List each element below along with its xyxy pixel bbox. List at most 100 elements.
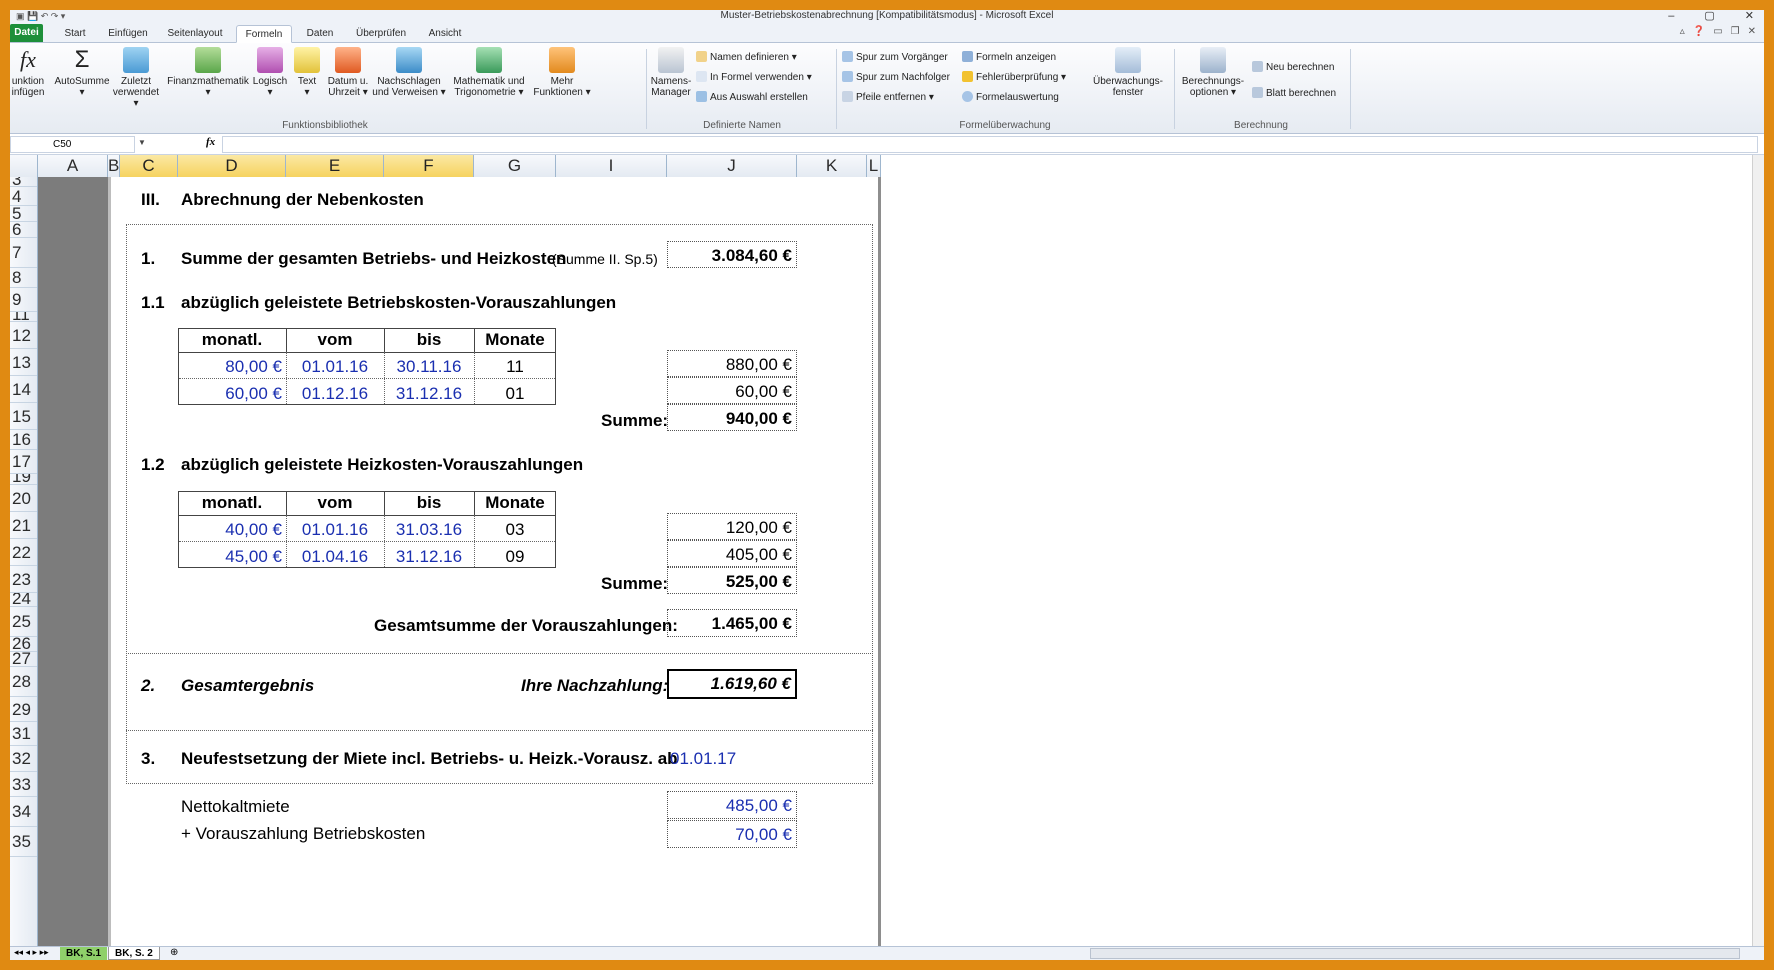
table-cell[interactable]: 03 <box>474 516 556 543</box>
table-cell[interactable]: 09 <box>474 543 556 570</box>
caret-up-icon[interactable]: ▵ <box>1680 26 1685 37</box>
row-header[interactable]: 9 <box>10 288 37 312</box>
row-header[interactable]: 7 <box>10 238 37 268</box>
formeln-anzeigen-button[interactable]: Formeln anzeigen <box>962 51 1056 64</box>
row-header[interactable]: 22 <box>10 539 37 566</box>
row-header[interactable]: 15 <box>10 403 37 430</box>
namens-manager-button[interactable]: Namens- Manager <box>648 47 694 98</box>
row-header[interactable]: 17 <box>10 450 37 474</box>
row-header[interactable]: 5 <box>10 206 37 222</box>
row-header[interactable]: 19 <box>10 474 37 485</box>
column-header[interactable]: B <box>108 155 120 177</box>
row-header[interactable]: 28 <box>10 667 37 697</box>
table-cell[interactable]: 01.01.16 <box>286 516 384 543</box>
in-formel-verwenden-button[interactable]: In Formel verwenden ▾ <box>696 71 812 84</box>
row-header[interactable]: 34 <box>10 797 37 827</box>
blatt-berechnen-button[interactable]: Blatt berechnen <box>1252 87 1336 100</box>
help-icon[interactable]: ❓ <box>1693 26 1705 37</box>
new-sheet-icon[interactable]: ⊕ <box>170 947 178 958</box>
table-cell[interactable]: 40,00 € <box>178 516 282 543</box>
finanzmathematik-button[interactable]: Finanzmathematik ▾ <box>166 47 250 98</box>
namen-definieren-button[interactable]: Namen definieren ▾ <box>696 51 797 64</box>
row-header[interactable]: 27 <box>10 652 37 667</box>
column-header[interactable]: L <box>867 155 881 177</box>
logisch-button[interactable]: Logisch ▾ <box>250 47 290 98</box>
sheet-nav-arrows[interactable]: ◂◂ ◂ ▸ ▸▸ <box>14 947 49 958</box>
table-cell[interactable]: 80,00 € <box>178 353 282 380</box>
table-cell[interactable]: 60,00 € <box>178 380 282 407</box>
item-3-date[interactable]: 01.01.17 <box>670 749 736 769</box>
table-cell[interactable]: 31.12.16 <box>384 380 474 407</box>
total-prepayments-value[interactable]: 1.465,00 € <box>667 609 797 637</box>
vertical-scrollbar[interactable] <box>1752 155 1764 946</box>
tab-datei[interactable]: Datei <box>10 24 43 42</box>
ueberwachungsfenster-button[interactable]: Überwachungs-fenster <box>1088 47 1168 98</box>
table-cell[interactable]: 01 <box>474 380 556 407</box>
aus-auswahl-erstellen-button[interactable]: Aus Auswahl erstellen <box>696 91 808 104</box>
formelauswertung-button[interactable]: Formelauswertung <box>962 91 1059 104</box>
row-header[interactable]: 4 <box>10 187 37 206</box>
column-header[interactable]: K <box>797 155 867 177</box>
row-header[interactable]: 13 <box>10 349 37 376</box>
row-header[interactable]: 11 <box>10 312 37 322</box>
select-all-corner[interactable] <box>10 155 38 177</box>
tab-daten[interactable]: Daten <box>298 25 342 43</box>
total-costs-value[interactable]: 3.084,60 € <box>667 241 797 268</box>
nachschlagen-button[interactable]: Nachschlagen und Verweisen ▾ <box>372 47 446 98</box>
pfeile-entfernen-button[interactable]: Pfeile entfernen ▾ <box>842 91 934 104</box>
mehr-funktionen-button[interactable]: Mehr Funktionen ▾ <box>532 47 592 98</box>
minimize-button[interactable]: – <box>1668 10 1674 22</box>
text-button[interactable]: Text ▾ <box>292 47 322 98</box>
mathematik-button[interactable]: Mathematik und Trigonometrie ▾ <box>446 47 532 98</box>
row-header[interactable]: 32 <box>10 746 37 772</box>
column-header[interactable]: A <box>38 155 108 177</box>
row-header[interactable]: 26 <box>10 637 37 652</box>
amount-cell[interactable]: 880,00 € <box>667 350 797 377</box>
zuletzt-verwendet-button[interactable]: Zuletzt verwendet ▾ <box>110 47 162 109</box>
row-header[interactable]: 8 <box>10 268 37 288</box>
row-header[interactable]: 31 <box>10 722 37 746</box>
row-header[interactable]: 35 <box>10 827 37 857</box>
spur-vorgaenger-button[interactable]: Spur zum Vorgänger <box>842 51 948 64</box>
row-header[interactable]: 29 <box>10 697 37 722</box>
row-header[interactable]: 21 <box>10 512 37 539</box>
restore-button[interactable]: ▢ <box>1704 10 1714 22</box>
restore-doc-icon[interactable]: ❐ <box>1731 26 1740 37</box>
name-box[interactable]: C50 <box>10 136 135 153</box>
table-cell[interactable]: 31.03.16 <box>384 516 474 543</box>
table-cell[interactable]: 30.11.16 <box>384 353 474 380</box>
tab-start[interactable]: Start <box>55 25 95 43</box>
column-header[interactable]: G <box>474 155 556 177</box>
column-header[interactable]: E <box>286 155 384 177</box>
amount-cell[interactable]: 60,00 € <box>667 377 797 404</box>
tab-seitenlayout[interactable]: Seitenlayout <box>160 25 230 43</box>
column-header[interactable]: D <box>178 155 286 177</box>
vorauszahlung-betriebskosten-value[interactable]: 70,00 € <box>667 820 797 848</box>
row-header[interactable]: 6 <box>10 222 37 238</box>
row-header[interactable]: 25 <box>10 607 37 637</box>
fehlerueberpruefung-button[interactable]: Fehlerüberprüfung ▾ <box>962 71 1066 84</box>
row-header[interactable]: 16 <box>10 430 37 450</box>
column-header[interactable]: J <box>667 155 797 177</box>
table-cell[interactable]: 01.01.16 <box>286 353 384 380</box>
neu-berechnen-button[interactable]: Neu berechnen <box>1252 61 1334 74</box>
berechnungsoptionen-button[interactable]: Berechnungs-optionen ▾ <box>1178 47 1248 98</box>
nachzahlung-value[interactable]: 1.619,60 € <box>667 669 797 699</box>
tab-einfuegen[interactable]: Einfügen <box>100 25 156 43</box>
chevron-down-icon[interactable]: ▼ <box>138 138 146 147</box>
tab-ansicht[interactable]: Ansicht <box>420 25 470 43</box>
table-cell[interactable]: 01.12.16 <box>286 380 384 407</box>
formula-input[interactable] <box>222 136 1758 153</box>
min-ribbon-icon[interactable]: ▭ <box>1713 26 1722 37</box>
table-cell[interactable]: 31.12.16 <box>384 543 474 570</box>
amount-cell[interactable]: 120,00 € <box>667 513 797 540</box>
row-header[interactable]: 12 <box>10 322 37 349</box>
worksheet-grid[interactable]: III. Abrechnung der Nebenkosten 1. Summe… <box>38 177 881 946</box>
fx-icon[interactable]: fx <box>206 136 215 148</box>
funktion-einfuegen-button[interactable]: fx unktion infügen <box>10 47 46 98</box>
nettokaltmiete-value[interactable]: 485,00 € <box>667 791 797 819</box>
close-button[interactable]: ✕ <box>1745 10 1754 22</box>
tab-formeln[interactable]: Formeln <box>236 25 292 43</box>
sheet-tab-active[interactable]: BK, S. 2 <box>108 947 160 960</box>
spur-nachfolger-button[interactable]: Spur zum Nachfolger <box>842 71 950 84</box>
